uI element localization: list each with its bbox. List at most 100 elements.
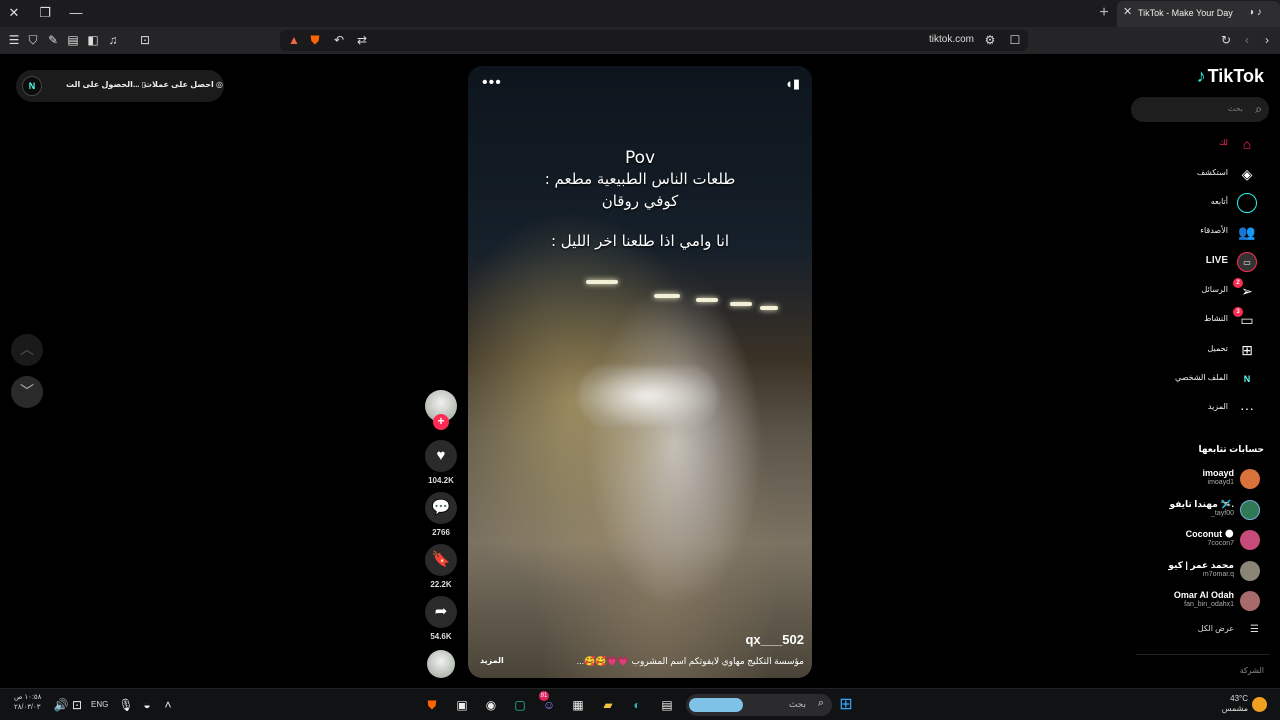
heart-icon: ♥ [436, 447, 446, 464]
bookmark-icon[interactable]: ☐ [1007, 32, 1023, 48]
weather-widget[interactable]: 43°C مشمس [1220, 694, 1248, 714]
site-settings-icon[interactable]: ⚙ [982, 32, 998, 48]
nav-more[interactable]: ··· المزيد [1150, 396, 1270, 420]
app-icon[interactable]: ▤ [657, 695, 677, 715]
account-handle: imoayd1 [1207, 479, 1234, 486]
network-icon[interactable]: ⊡ [67, 695, 87, 715]
sun-icon [1252, 697, 1267, 712]
avatar [1240, 591, 1260, 611]
microphone-icon[interactable]: 🎙 [116, 695, 136, 715]
brave-browser-icon[interactable]: ⛊ [422, 695, 442, 715]
undo-icon[interactable]: ↶ [331, 32, 347, 48]
save-button[interactable]: 🔖 [425, 544, 457, 576]
sound-avatar[interactable] [427, 650, 455, 678]
following-account[interactable]: مهندا تايفو 🛩️. _tayf00 [1150, 497, 1270, 525]
nav-messages[interactable]: ➢ 2 الرسائل [1150, 278, 1270, 303]
brave-shield-icon[interactable]: ⛊ [307, 32, 323, 48]
volume-icon[interactable]: ◖▮ [785, 76, 800, 92]
translate-icon[interactable]: ⇄ [354, 32, 370, 48]
forward-icon[interactable]: › [1259, 32, 1275, 48]
friends-icon: 👥 [1238, 224, 1256, 240]
taskbar-search-input[interactable]: بحث ⌕ [686, 694, 832, 716]
nav-label: النشاط [1203, 314, 1228, 323]
nav-profile[interactable]: N الملف الشخصي [1150, 367, 1270, 391]
share-button[interactable]: ➦ [425, 596, 457, 628]
profile-avatar[interactable]: N [22, 76, 42, 96]
weather-condition: مشمس [1221, 704, 1248, 713]
nav-friends[interactable]: 👥 الأصدقاء [1150, 220, 1270, 244]
account-handle: _tayf00 [1211, 510, 1234, 517]
windows-start-icon[interactable]: ⊞ [836, 695, 856, 715]
clock[interactable]: ١٠:٥٨ ص ٢٨/٠٣/٠٣ [14, 693, 41, 713]
folder-icon[interactable]: ▰ [598, 695, 618, 715]
nav-label: الملف الشخصي [1174, 373, 1228, 382]
weather-temp: 43°C [1230, 694, 1248, 703]
caption-more-button[interactable]: المزيد [480, 656, 504, 665]
company-link[interactable]: الشركة [1240, 666, 1264, 675]
app-icon[interactable]: ◉ [481, 695, 501, 715]
search-icon: ⌕ [1255, 102, 1262, 116]
next-video-button[interactable]: ﹀ [11, 376, 43, 408]
tab-close-icon[interactable]: ✕ [1123, 5, 1132, 18]
following-account[interactable]: Omar Al Odah fan_bin_odahx1 [1150, 588, 1270, 616]
like-button[interactable]: ♥ [425, 440, 457, 472]
app-tray-icon[interactable]: ◒ [137, 695, 157, 715]
browser-tab-bar: ✕ ❐ — + ✕ TikTok - Make Your Day ◑ ♪ [0, 0, 1280, 27]
overlay-line-1: طلعات الناس الطبيعية مطعم : [544, 170, 736, 188]
new-tab-icon[interactable]: + [1094, 3, 1114, 23]
account-handle: m7omar.q [1202, 571, 1234, 578]
following-account[interactable]: imoayd imoayd1 [1150, 466, 1270, 494]
nav-following[interactable]: أتابعه [1150, 191, 1270, 215]
save-count: 22.2K [430, 580, 452, 589]
pin-icon[interactable]: ✎ [45, 32, 61, 48]
reload-icon[interactable]: ↻ [1218, 32, 1234, 48]
music-icon[interactable]: ♫ [105, 32, 121, 48]
previous-video-button[interactable]: ︿ [11, 334, 43, 366]
see-all-link[interactable]: عرض الكل [1198, 624, 1234, 633]
video-car-blur [578, 366, 718, 426]
more-options-icon[interactable]: ••• [482, 74, 502, 92]
logo-text: TikTok [1207, 66, 1264, 86]
following-account[interactable]: محمد عمر | كيو m7omar.q [1150, 558, 1270, 586]
nav-live[interactable]: ▭ LIVE [1150, 250, 1270, 274]
search-input[interactable]: بحث ⌕ [1131, 97, 1269, 122]
app-icon[interactable]: ▣ [452, 695, 472, 715]
get-app-link[interactable]: الحصول على الت... ▯ [66, 80, 146, 89]
address-bar[interactable]: ▲ ⛊ ↶ ⇄ tiktok.com ⚙ ☐ [280, 30, 1028, 51]
store-icon[interactable]: ▦ [568, 695, 588, 715]
nav-upload[interactable]: ⊞ تحميل [1150, 338, 1270, 362]
tiktok-logo[interactable]: ♪ TikTok [1197, 66, 1264, 87]
video-username[interactable]: qx___502 [745, 632, 804, 647]
screenshot-icon[interactable]: ⊡ [137, 32, 153, 48]
back-icon[interactable]: ‹ [1239, 32, 1255, 48]
nav-activity[interactable]: ▭ 3 النشاط [1150, 307, 1270, 332]
restore-window-icon[interactable]: ❐ [31, 3, 59, 23]
chevron-up-icon[interactable]: ˄ [158, 695, 178, 715]
tab-tiktok[interactable]: ✕ TikTok - Make Your Day ◑ ♪ [1117, 1, 1280, 27]
video-light [654, 294, 680, 298]
tabs-icon[interactable]: ▤ [65, 32, 81, 48]
avatar [1240, 561, 1260, 581]
home-icon: ⌂ [1242, 136, 1252, 152]
brave-rewards-icon[interactable]: ▲ [286, 32, 302, 48]
edge-icon[interactable]: ◐ [627, 695, 647, 715]
video-player[interactable]: ••• ◖▮ Pov طلعات الناس الطبيعية مطعم : ك… [468, 66, 812, 678]
language-indicator[interactable]: ENG [91, 700, 108, 709]
nav-label: استكشف [1196, 168, 1228, 177]
video-light [760, 306, 778, 310]
nav-explore[interactable]: ◈ استكشف [1150, 162, 1270, 186]
close-window-icon[interactable]: ✕ [0, 3, 28, 23]
get-coins-link[interactable]: احصل على عملات ◎ [144, 80, 223, 89]
following-account[interactable]: Coconut 🌑 7cocon7 [1150, 527, 1270, 555]
menu-icon[interactable]: ☰ [6, 32, 22, 48]
nav-for-you[interactable]: ⌂ لك [1150, 132, 1270, 156]
search-icon: ⌕ [817, 697, 824, 709]
chevron-down-icon: ﹀ [20, 383, 34, 399]
comment-button[interactable]: 💬 [425, 492, 457, 524]
shield-icon[interactable]: ⛉ [25, 32, 41, 48]
following-accounts-title: حسابات تتابعها [1198, 444, 1264, 454]
sidebar-icon[interactable]: ◧ [85, 32, 101, 48]
app-icon[interactable]: ▢ [510, 695, 530, 715]
minimize-window-icon[interactable]: — [62, 3, 90, 23]
follow-button[interactable]: + [433, 414, 449, 430]
